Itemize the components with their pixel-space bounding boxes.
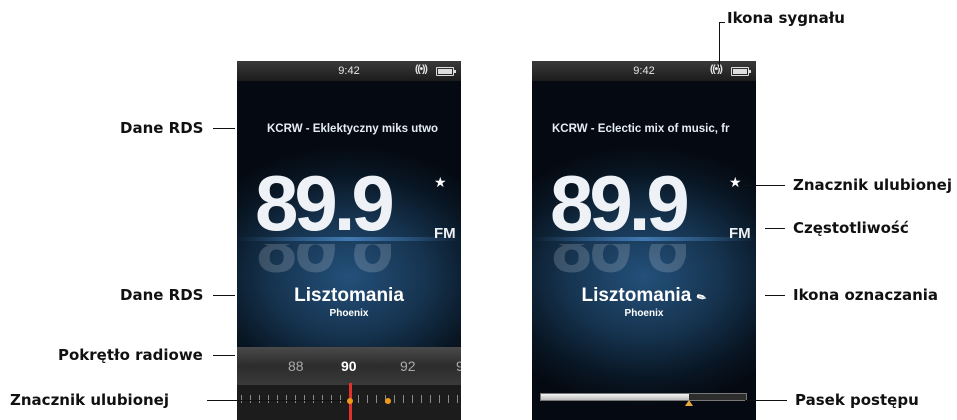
dial-tick: [259, 395, 260, 403]
band-label: FM: [434, 225, 456, 242]
dial-tick: [295, 395, 296, 403]
frequency-reflection: 89.9: [255, 244, 391, 284]
dial-tick: [448, 395, 449, 403]
band-label: FM: [729, 225, 751, 242]
frequency-display: 89.9: [550, 159, 690, 247]
dial-tick: [304, 395, 305, 403]
signal-icon: ((•)): [710, 64, 723, 75]
radio-screen-right: 9:42 ((•)) KCRW - Eclectic mix of music,…: [532, 61, 756, 420]
horizon-glow: [237, 237, 461, 241]
status-bar: 9:42 ((•)): [237, 61, 461, 81]
callout-line: [213, 295, 235, 296]
callout-line: [719, 22, 725, 23]
horizon-glow: [532, 237, 756, 241]
favorite-marker-dot[interactable]: [347, 398, 353, 404]
tag-icon[interactable]: ✎: [695, 290, 709, 305]
callout-fav-left: Znacznik ulubionej: [10, 391, 169, 409]
rds-text: KCRW - Eclectic mix of music, fr: [552, 123, 730, 135]
dial-tick: [322, 395, 323, 403]
dial-tick: [430, 395, 431, 403]
callout-line: [719, 22, 720, 68]
rds-text: KCRW - Eklektyczny miks utwo: [267, 123, 439, 135]
dial-tick: [457, 395, 458, 403]
callout-line: [745, 400, 787, 401]
dial-tick: [241, 395, 242, 403]
dial-tick: [439, 395, 440, 403]
radio-dial[interactable]: 88 90 92 9: [237, 347, 461, 385]
callout-fav-right: Znacznik ulubionej: [793, 176, 952, 194]
song-title: Lisztomania: [581, 285, 692, 306]
favorite-star-icon[interactable]: ★: [434, 174, 447, 191]
clock: 9:42: [633, 65, 655, 77]
clock: 9:42: [338, 65, 360, 77]
signal-icon: ((•)): [415, 64, 428, 75]
battery-icon: [731, 67, 751, 76]
progress-bar[interactable]: [540, 393, 747, 406]
callout-line: [743, 185, 785, 186]
frequency-reflection: 89.9: [550, 244, 686, 284]
callout-line: [765, 295, 785, 296]
progress-marker[interactable]: [684, 400, 693, 406]
callout-line: [765, 228, 785, 229]
dial-tick: [340, 395, 341, 403]
progress-fill: [541, 394, 689, 400]
favorite-star-icon[interactable]: ★: [729, 174, 742, 191]
artist-name: Phoenix: [624, 308, 664, 319]
dial-tick: [250, 395, 251, 403]
dial-tick: [331, 395, 332, 403]
callout-line: [213, 355, 235, 356]
song-title-row: Lisztomania ✎: [532, 285, 756, 307]
callout-line: [213, 128, 235, 129]
dial-tick: [403, 395, 404, 403]
dial-tick: [358, 395, 359, 403]
callout-rds-mid: Dane RDS: [120, 286, 204, 304]
dial-number: 9: [456, 358, 461, 374]
dial-number: 88: [288, 358, 304, 374]
callout-tag: Ikona oznaczania: [793, 286, 939, 304]
callout-signal: Ikona sygnału: [727, 9, 845, 27]
status-bar: 9:42 ((•)): [532, 61, 756, 81]
dial-tick: [286, 395, 287, 403]
artist-name: Phoenix: [329, 308, 369, 319]
dial-tick: [421, 395, 422, 403]
callout-progress: Pasek postępu: [795, 391, 919, 409]
dial-number: 90: [341, 358, 357, 374]
dial-tick: [412, 395, 413, 403]
callout-frequency: Częstotliwość: [793, 219, 909, 237]
favorite-marker-dot[interactable]: [385, 398, 391, 404]
dial-tick: [367, 395, 368, 403]
dial-tick: [268, 395, 269, 403]
dial-number: 92: [400, 358, 416, 374]
song-title: Lisztomania: [294, 285, 404, 306]
callout-line: [207, 400, 347, 401]
radio-screen-left: 9:42 ((•)) KCRW - Eklektyczny miks utwo …: [237, 61, 461, 420]
callout-dial: Pokrętło radiowe: [58, 346, 203, 364]
dial-tick: [394, 395, 395, 403]
callout-rds-top: Dane RDS: [120, 119, 204, 137]
dial-tick: [376, 395, 377, 403]
frequency-display: 89.9: [255, 159, 395, 247]
battery-icon: [436, 67, 456, 76]
dial-tick: [277, 395, 278, 403]
dial-tick: [313, 395, 314, 403]
